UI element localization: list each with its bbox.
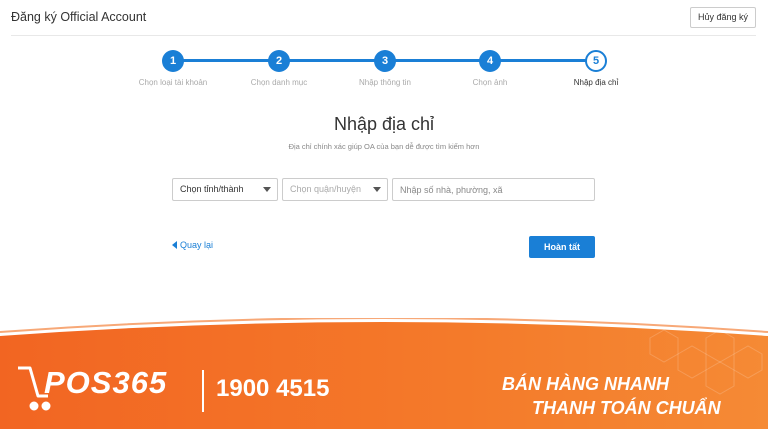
district-select[interactable]: Chọn quận/huyện xyxy=(282,178,388,201)
progress-stepper: 1 Chọn loại tài khoản 2 Chọn danh mục 3 … xyxy=(0,47,768,97)
district-select-value: Chọn quận/huyện xyxy=(290,184,362,194)
step-5: 5 Nhập địa chỉ xyxy=(536,47,656,87)
step-label: Chọn ảnh xyxy=(472,78,508,87)
banner-divider xyxy=(202,370,204,412)
page-title: Nhập địa chỉ xyxy=(333,114,435,134)
step-label: Chọn danh mục xyxy=(250,78,308,87)
app-header: Đăng ký Official Account Hủy đăng ký xyxy=(0,0,768,36)
step-number: 1 xyxy=(162,50,184,72)
back-link-label: Quay lại xyxy=(180,240,214,250)
step-number: 5 xyxy=(585,50,607,72)
header-divider xyxy=(11,35,756,36)
step-label: Chọn loại tài khoản xyxy=(138,78,208,87)
step-label: Nhập thông tin xyxy=(358,78,412,87)
page-header-title: Đăng ký Official Account xyxy=(11,10,147,24)
step-3: 3 Nhập thông tin xyxy=(325,47,445,87)
step-number: 2 xyxy=(268,50,290,72)
caret-left-icon xyxy=(172,241,177,249)
chevron-down-icon xyxy=(263,187,271,192)
province-select[interactable]: Chọn tỉnh/thành xyxy=(172,178,278,201)
slogan-line-1: BÁN HÀNG NHANH xyxy=(502,374,669,394)
step-number: 3 xyxy=(374,50,396,72)
pos365-logo: POS365 xyxy=(44,365,168,400)
step-number: 4 xyxy=(479,50,501,72)
step-2: 2 Chọn danh mục xyxy=(219,47,339,87)
cancel-registration-button[interactable]: Hủy đăng ký xyxy=(689,7,756,28)
complete-button[interactable]: Hoàn tất xyxy=(529,236,595,258)
step-label: Nhập địa chỉ xyxy=(573,78,619,87)
step-1: 1 Chọn loại tài khoản xyxy=(113,47,233,87)
hotline-number: 1900 4515 xyxy=(216,375,330,402)
page-subtitle: Địa chỉ chính xác giúp OA của bạn dễ đượ… xyxy=(288,142,480,151)
chevron-down-icon xyxy=(373,187,381,192)
step-4: 4 Chọn ảnh xyxy=(430,47,550,87)
address-input[interactable] xyxy=(392,178,595,201)
province-select-value: Chọn tỉnh/thành xyxy=(180,184,244,194)
slogan-line-2: THANH TOÁN CHUẨN xyxy=(532,398,721,418)
back-link[interactable]: Quay lại xyxy=(172,240,213,250)
